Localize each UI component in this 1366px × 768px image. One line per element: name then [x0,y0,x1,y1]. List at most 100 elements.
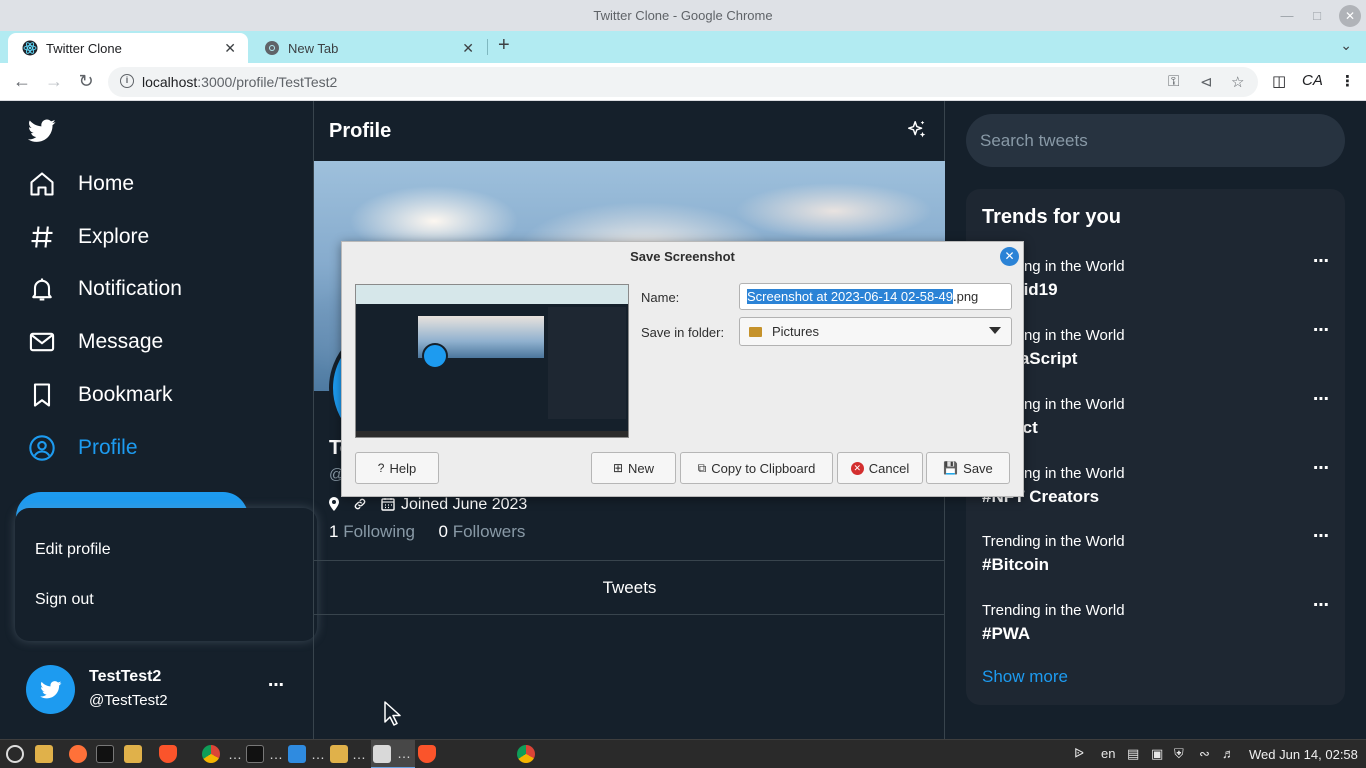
copy-icon: ⧉ [697,460,707,475]
nav-explore[interactable]: Explore [28,220,149,254]
nav-home[interactable]: Home [28,167,134,201]
copy-to-clipboard-button[interactable]: ⧉ Copy to Clipboard [680,452,833,484]
help-button[interactable]: ? Help [355,452,439,484]
folder-icon [749,326,762,337]
sparkle-icon[interactable] [906,119,928,146]
window-titlebar: Twitter Clone - Google Chrome — □ ✕ [0,0,1366,31]
mint-menu-icon[interactable] [6,745,24,763]
tab-twitter-clone[interactable]: Twitter Clone ✕ [8,33,248,63]
back-arrow-icon[interactable]: ← [11,71,33,92]
trend-item[interactable]: Trending in the World #PWA ⋯ [982,597,1332,652]
account-switcher[interactable]: TestTest2 @TestTest2 ⋯ [26,665,296,715]
keyboard-language[interactable]: en [1101,746,1115,761]
trend-more-icon[interactable]: ⋯ [1313,320,1330,340]
close-tab-icon[interactable]: ✕ [224,40,236,57]
plus-icon: ⊞ [612,461,624,475]
page-title: Profile [329,120,392,142]
chrome-taskbar-icon[interactable] [202,745,220,763]
trend-category: Trending in the World [982,602,1125,619]
address-bar[interactable]: i localhost:3000/profile/TestTest2 ⚿ ⊲ ☆ [108,67,1258,97]
chrome-window-icon[interactable] [517,745,535,763]
bluetooth-icon[interactable]: ᐉ [1074,746,1084,762]
reload-icon[interactable]: ↻ [75,71,97,92]
home-icon [30,172,54,196]
show-more-link[interactable]: Show more [982,667,1068,687]
firefox-icon[interactable] [69,745,87,763]
volume-icon[interactable]: ♬ [1222,746,1235,761]
trend-more-icon[interactable]: ⋯ [1313,389,1330,409]
save-screenshot-dialog: Save Screenshot ✕ Name: Screenshot at 20… [341,241,1024,497]
nav-profile[interactable]: Profile [28,431,138,465]
follow-stats: 1 Following 0 Followers [329,522,525,542]
new-tab-button[interactable]: + [498,34,510,57]
chrome-menu-icon[interactable]: ⋮ [1340,72,1355,90]
following-count: 1 [329,522,339,541]
account-handle: @TestTest2 [89,692,168,709]
preview-avatar [422,343,448,369]
nav-message[interactable]: Message [28,325,163,359]
nav-bookmark[interactable]: Bookmark [28,378,173,412]
vscode-icon[interactable] [288,745,306,763]
cancel-icon: ✕ [850,461,864,475]
followers-link[interactable]: Followers [453,522,526,541]
chrome-icon [264,40,280,56]
close-window-button[interactable]: ✕ [1339,5,1361,27]
new-button[interactable]: ⊞ New [591,452,676,484]
tab-search-chevron-icon[interactable]: ⌄ [1340,37,1352,54]
site-info-icon[interactable]: i [120,74,134,88]
trend-item[interactable]: Trending in the World #NFT Creators ⋯ [982,460,1332,515]
terminal-taskbar-icon[interactable] [246,745,264,763]
trend-item[interactable]: Trending in the World #Bitcoin ⋯ [982,528,1332,583]
folder-window-icon[interactable] [330,745,348,763]
trend-item[interactable]: Trending in the World #Covid19 ⋯ [982,253,1332,308]
trend-more-icon[interactable]: ⋯ [1313,526,1330,546]
edit-profile-menu-item[interactable]: Edit profile [35,541,111,559]
envelope-icon [29,332,55,352]
bookmark-star-icon[interactable]: ☆ [1231,73,1244,91]
trend-item[interactable]: Trending in the World #React ⋯ [982,391,1332,446]
cancel-button[interactable]: ✕ Cancel [837,452,923,484]
tab-separator [487,39,488,55]
trends-title: Trends for you [982,206,1121,228]
tab-tweets[interactable]: Tweets [314,578,945,598]
preview-trends [548,307,626,419]
system-clock[interactable]: Wed Jun 14, 02:58 [1249,747,1358,762]
ellipsis-icon: … [269,746,283,762]
user-circle-icon [29,435,55,461]
extension-icon[interactable]: CA [1302,72,1323,89]
files-icon[interactable] [35,745,53,763]
trend-more-icon[interactable]: ⋯ [1313,458,1330,478]
close-tab-icon[interactable]: ✕ [462,40,474,57]
share-icon[interactable]: ⊲ [1200,73,1213,91]
folder-select[interactable]: Pictures [739,317,1012,346]
screenshot-taskbar-item[interactable]: … [371,740,415,768]
more-options-icon[interactable]: ⋯ [268,675,285,695]
key-icon[interactable]: ⚿ [1168,73,1179,90]
ellipsis-icon: … [397,745,411,761]
save-button[interactable]: 💾 Save [926,452,1010,484]
trend-more-icon[interactable]: ⋯ [1313,251,1330,271]
notes-icon[interactable]: ▣ [1151,746,1163,762]
folder-taskbar-icon[interactable] [124,745,142,763]
minimize-button[interactable]: — [1276,5,1298,27]
side-panel-icon[interactable]: ◫ [1272,72,1286,90]
dialog-close-icon[interactable]: ✕ [1000,247,1019,266]
avatar [26,665,75,714]
wifi-icon[interactable]: ∾ [1199,746,1210,762]
filename-field[interactable]: Screenshot at 2023-06-14 02-58-49 .png [739,283,1012,310]
brave-window-icon[interactable] [418,745,436,763]
nav-notification[interactable]: Notification [28,272,182,306]
brave-icon[interactable] [159,745,177,763]
forward-arrow-icon[interactable]: → [43,71,65,92]
shield-icon[interactable]: ⛨ [1174,746,1184,762]
maximize-button[interactable]: □ [1306,5,1328,27]
clipboard-icon[interactable]: ▤ [1127,746,1139,762]
trend-more-icon[interactable]: ⋯ [1313,595,1330,615]
trend-item[interactable]: Trending in the World #JavaScript ⋯ [982,322,1332,377]
following-link[interactable]: Following [343,522,415,541]
sign-out-menu-item[interactable]: Sign out [35,591,94,609]
search-input[interactable]: Search tweets [966,114,1345,167]
twitter-logo-icon[interactable] [27,119,56,148]
terminal-icon[interactable] [96,745,114,763]
tab-new-tab[interactable]: New Tab ✕ [250,33,486,63]
